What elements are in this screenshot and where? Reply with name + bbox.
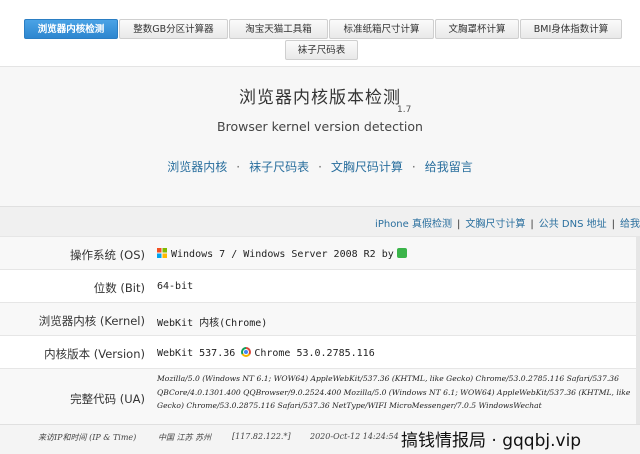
webkit-version: WebKit 537.36: [157, 348, 236, 359]
nav-separator: ·: [411, 160, 416, 174]
ua-value: Mozilla/5.0 (Windows NT 6.1; WOW64) Appl…: [157, 374, 631, 410]
chrome-version: Chrome 53.0.2785.116: [254, 348, 375, 359]
ua-label: 完整代码 (UA): [70, 392, 145, 406]
row-kernel: 浏览器内核 (Kernel) WebKit 内核(Chrome): [0, 302, 640, 335]
row-version: 内核版本 (Version) WebKit 537.36 Chrome 53.0…: [0, 335, 640, 368]
visit-time: 2020-Oct-12 14:24:54: [310, 432, 399, 441]
bit-label: 位数 (Bit): [93, 281, 145, 295]
tab-taobao-tools[interactable]: 淘宝天猫工具箱: [229, 19, 328, 39]
toolbar-link-more[interactable]: 给我: [620, 219, 640, 230]
visit-location: 中国 江苏 苏州: [158, 433, 212, 442]
toolbar-separator: |: [611, 219, 615, 230]
watermark: 搞钱情报局 · gqqbj.vip: [401, 431, 582, 451]
toolbar-link-public-dns[interactable]: 公共 DNS 地址: [539, 219, 607, 230]
tab-gb-partition[interactable]: 整数GB分区计算器: [119, 19, 228, 39]
toolbar-link-bra-size[interactable]: 文胸尺寸计算: [465, 219, 525, 230]
nav-links: 浏览器内核 · 袜子尺码表 · 文胸尺码计算 · 给我留言: [0, 146, 640, 206]
tab-sock-size[interactable]: 袜子尺码表: [285, 40, 358, 60]
nav-separator: ·: [318, 160, 322, 174]
toolbar-separator: |: [530, 219, 534, 230]
kernel-value: WebKit 内核(Chrome): [157, 318, 268, 329]
windows-icon: [157, 248, 167, 258]
os-value: Windows 7 / Windows Server 2008 R2 by: [171, 249, 394, 260]
visit-label: 来访IP和时间 (IP & Time): [38, 433, 137, 442]
tool-links-bar: iPhone 真假检测 | 文胸尺寸计算 | 公共 DNS 地址 | 给我: [0, 206, 640, 237]
scrollbar[interactable]: [636, 236, 640, 424]
page-title: 浏览器内核版本检测: [239, 88, 401, 108]
page-subtitle: Browser kernel version detection: [217, 119, 423, 134]
nav-link-bra-size[interactable]: 文胸尺码计算: [331, 160, 403, 174]
row-ua: 完整代码 (UA) Mozilla/5.0 (Windows NT 6.1; W…: [0, 368, 640, 428]
tab-carton-size[interactable]: 标准纸箱尺寸计算: [329, 19, 434, 39]
toolbar-separator: |: [456, 219, 461, 230]
page-header: 浏览器内核版本检测 1.7 Browser kernel version det…: [0, 66, 640, 148]
detection-results: 操作系统 (OS) Windows 7 / Windows Server 200…: [0, 236, 640, 428]
toolbar-link-iphone-check[interactable]: iPhone 真假检测: [375, 219, 452, 230]
bit-value: 64-bit: [157, 281, 194, 292]
nav-link-message[interactable]: 给我留言: [425, 160, 473, 174]
nav-link-browser-kernel[interactable]: 浏览器内核: [167, 160, 227, 174]
version-label: 内核版本 (Version): [44, 347, 145, 361]
tool-tabs: 浏览器内核检测 整数GB分区计算器 淘宝天猫工具箱 标准纸箱尺寸计算 文胸罩杯计…: [0, 0, 640, 66]
tab-browser-kernel[interactable]: 浏览器内核检测: [24, 19, 118, 39]
tab-bra-cup[interactable]: 文胸罩杯计算: [435, 19, 519, 39]
wechat-icon: [396, 248, 407, 258]
nav-separator: ·: [236, 160, 241, 174]
os-label: 操作系统 (OS): [70, 248, 145, 262]
row-os: 操作系统 (OS) Windows 7 / Windows Server 200…: [0, 236, 640, 269]
visit-ip: [117.82.122.*]: [232, 432, 291, 441]
row-bit: 位数 (Bit) 64-bit: [0, 269, 640, 302]
nav-link-sock-size[interactable]: 袜子尺码表: [249, 160, 309, 174]
kernel-label: 浏览器内核 (Kernel): [38, 314, 145, 328]
chrome-icon: [241, 347, 252, 357]
tab-bmi[interactable]: BMI身体指数计算: [520, 19, 622, 39]
version-number: 1.7: [397, 105, 412, 115]
